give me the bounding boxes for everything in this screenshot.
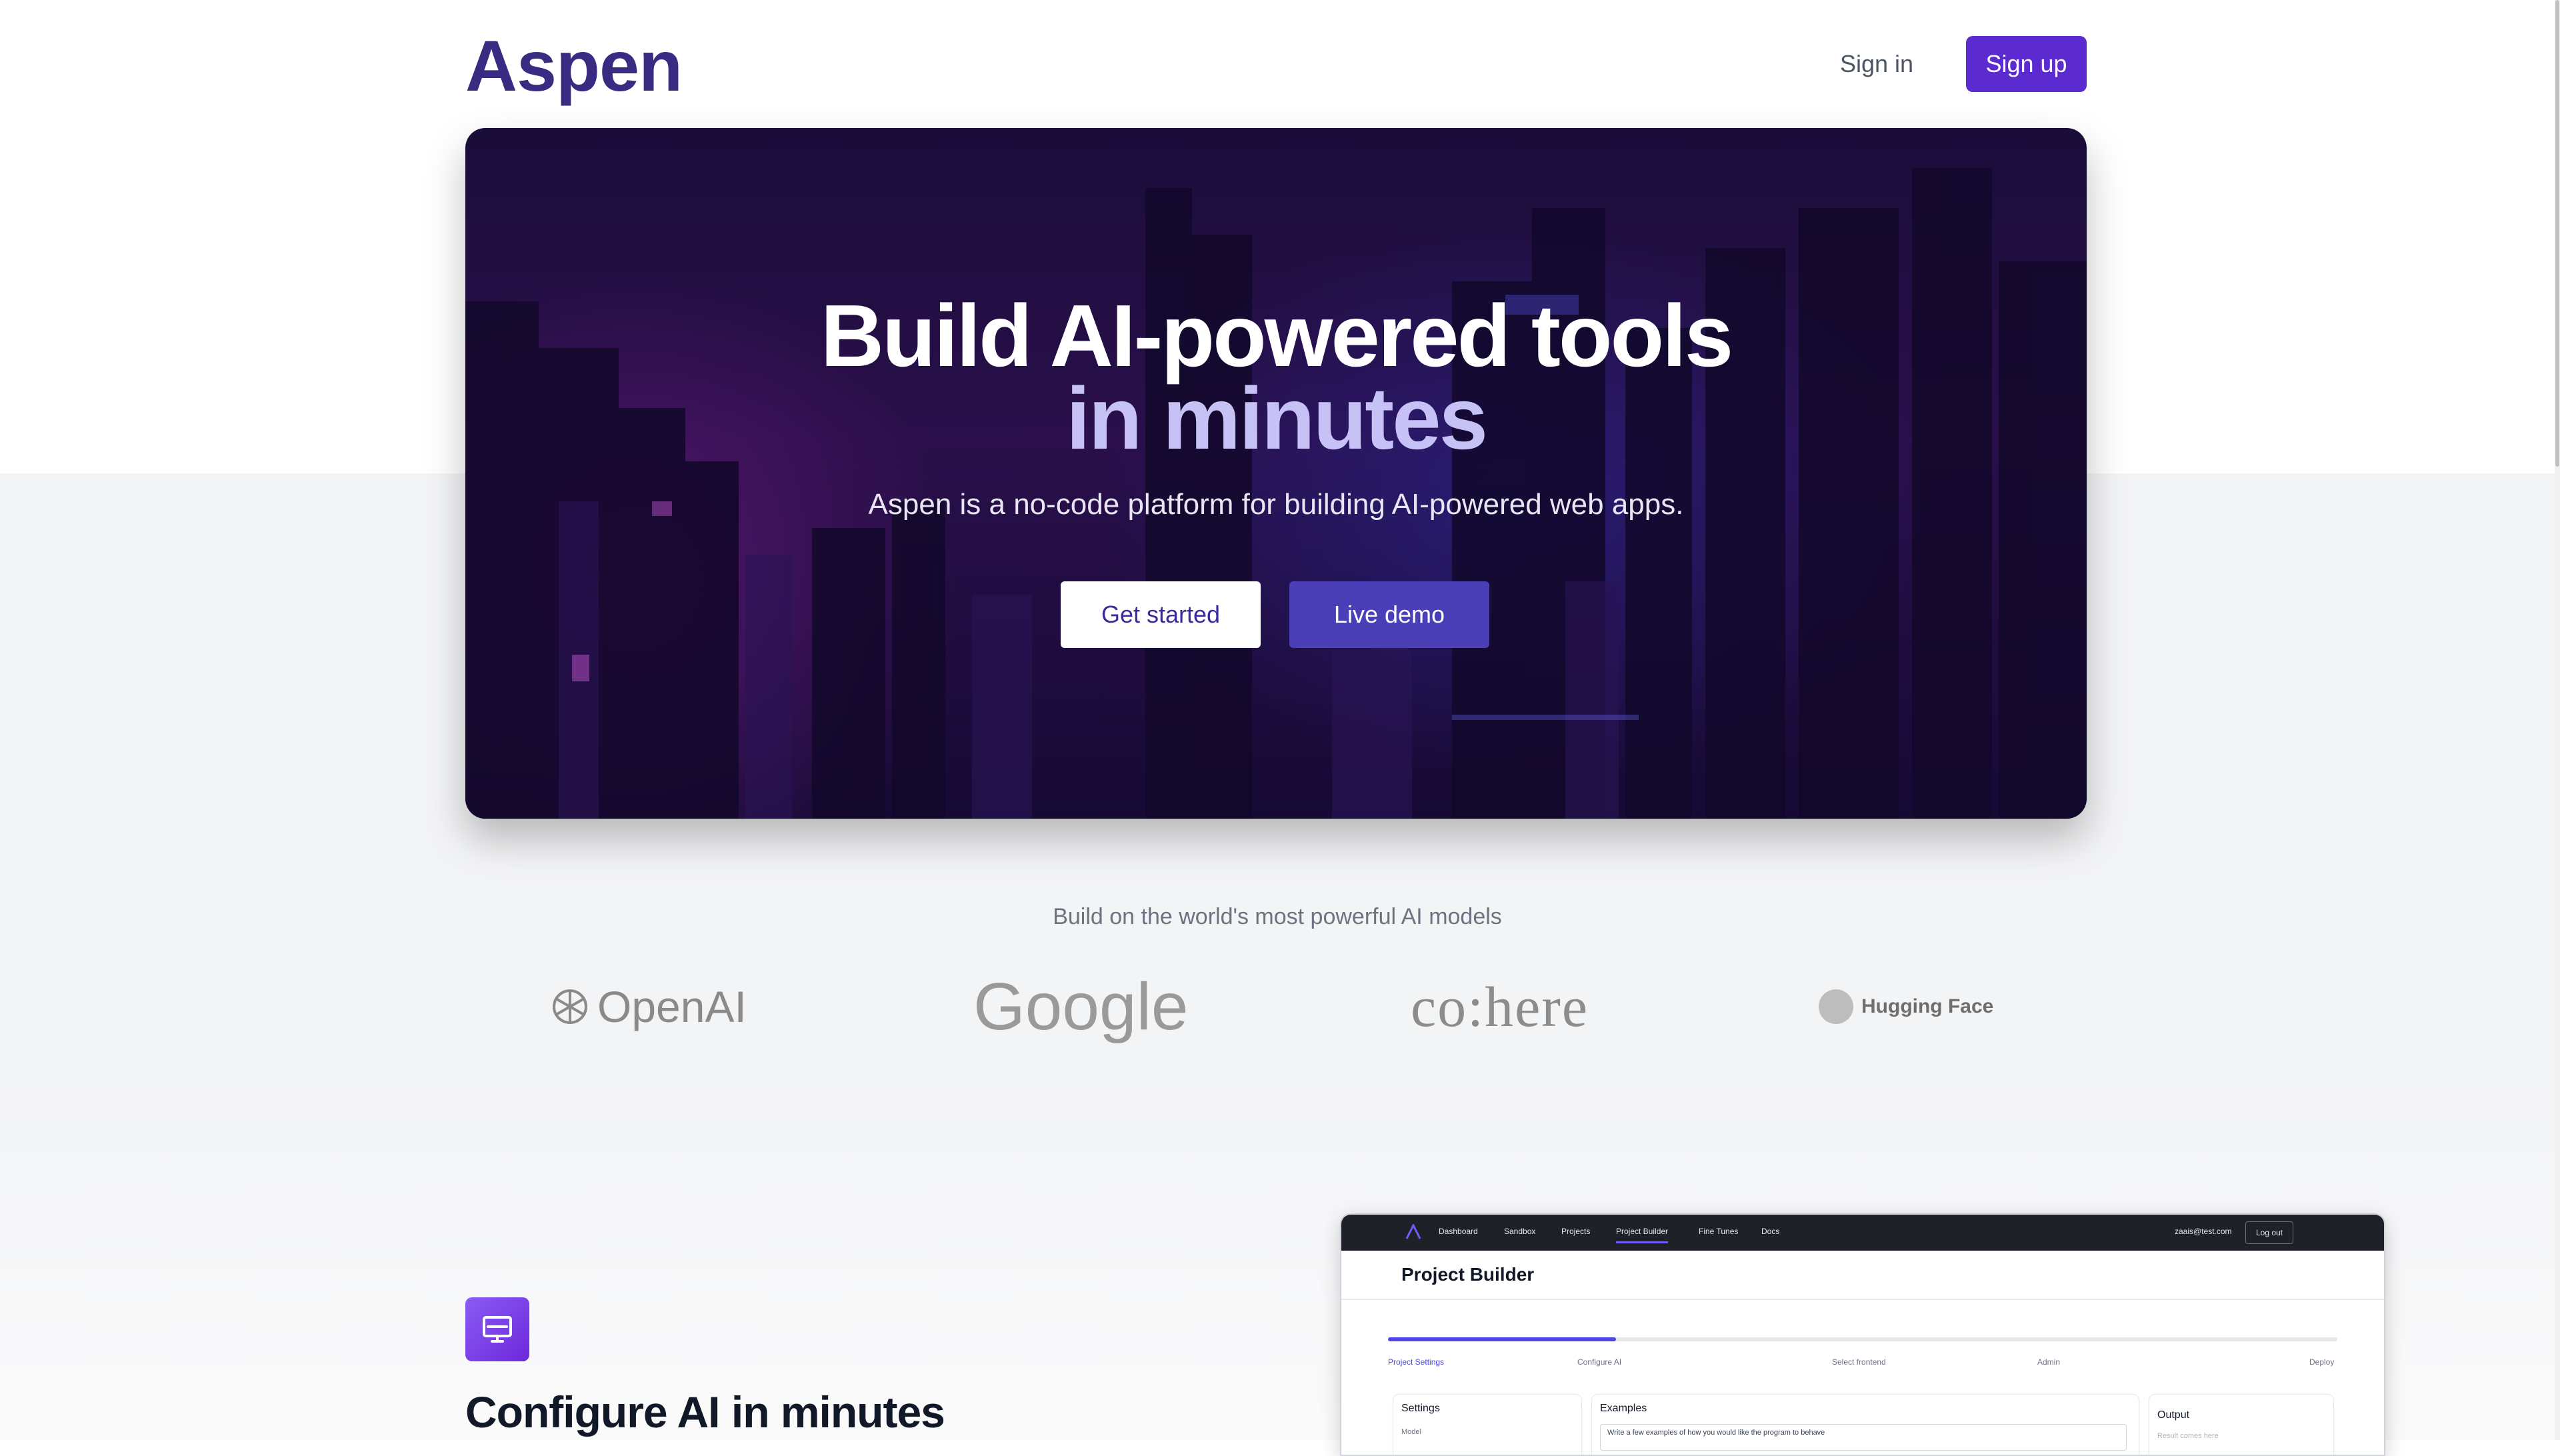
mockup-settings-title: Settings: [1401, 1403, 1440, 1414]
hero-title-line-2: in minutes: [1065, 369, 1488, 467]
mockup-step-deploy[interactable]: Deploy: [2309, 1357, 2334, 1367]
mockup-examples-textarea[interactable]: Write a few examples of how you would li…: [1600, 1424, 2127, 1451]
scrollbar-thumb[interactable]: [2555, 0, 2559, 467]
mockup-step-project-settings[interactable]: Project Settings: [1388, 1357, 1444, 1367]
openai-knot-icon: [553, 989, 587, 1024]
mockup-page-title: Project Builder: [1401, 1264, 1535, 1285]
mockup-nav-dashboard[interactable]: Dashboard: [1439, 1227, 1478, 1236]
google-logo: Google: [973, 969, 1188, 1044]
mockup-user-email: zaais@test.com: [2175, 1227, 2232, 1236]
mockup-examples-card: Examples Write a few examples of how you…: [1592, 1395, 2139, 1455]
openai-wordmark: OpenAI: [597, 982, 747, 1031]
mockup-nav-fine-tunes[interactable]: Fine Tunes: [1699, 1227, 1738, 1236]
aspen-logo[interactable]: Aspen: [465, 24, 683, 107]
openai-logo: OpenAI: [551, 973, 747, 1040]
hugging-face-logo: Hugging Face: [1819, 973, 1993, 1040]
mockup-nav-sandbox[interactable]: Sandbox: [1504, 1227, 1535, 1236]
hugging-face-emoji-icon: [1819, 989, 1853, 1024]
mockup-page-header: Project Builder: [1341, 1251, 2384, 1300]
sign-in-link[interactable]: Sign in: [1840, 44, 1913, 84]
feature-title: Configure AI in minutes: [465, 1387, 945, 1437]
mockup-settings-card: Settings Model: [1393, 1395, 1581, 1455]
hero-title-line-1: Build AI-powered tools: [820, 287, 1733, 385]
models-caption: Build on the world's most powerful AI mo…: [1053, 904, 1502, 929]
mockup-logout-button[interactable]: Log out: [2245, 1221, 2293, 1244]
mockup-nav-project-builder[interactable]: Project Builder: [1616, 1227, 1669, 1243]
mockup-output-placeholder: Result comes here: [2157, 1432, 2219, 1440]
monitor-icon: [465, 1297, 529, 1361]
cohere-logo: co:here: [1411, 973, 1589, 1040]
mockup-output-title: Output: [2157, 1409, 2190, 1421]
mockup-model-label: Model: [1401, 1428, 1421, 1436]
mockup-step-select-frontend[interactable]: Select frontend: [1832, 1357, 1886, 1367]
mockup-step-admin[interactable]: Admin: [2037, 1357, 2060, 1367]
live-demo-button[interactable]: Live demo: [1289, 581, 1489, 648]
mockup-navbar: Dashboard Sandbox Projects Project Build…: [1341, 1215, 2384, 1251]
hero-subtitle: Aspen is a no-code platform for building…: [868, 488, 1684, 521]
mockup-logo-icon: [1405, 1224, 1421, 1239]
hero-title: Build AI-powered tools in minutes: [465, 287, 2087, 467]
mockup-output-card: Output Result comes here: [2149, 1395, 2333, 1455]
app-screenshot: Dashboard Sandbox Projects Project Build…: [1340, 1213, 2385, 1456]
city-skyline-image: [465, 168, 2087, 819]
mockup-step-configure-ai[interactable]: Configure AI: [1577, 1357, 1621, 1367]
mockup-nav-projects[interactable]: Projects: [1561, 1227, 1590, 1236]
cohere-wordmark: co:here: [1411, 975, 1589, 1039]
sign-up-button[interactable]: Sign up: [1966, 36, 2087, 92]
google-wordmark: Google: [973, 969, 1189, 1044]
hugging-face-wordmark: Hugging Face: [1861, 995, 1994, 1017]
mockup-progress-fill: [1388, 1337, 1616, 1341]
mockup-examples-title: Examples: [1600, 1403, 1647, 1414]
hero-banner: Build AI-powered tools in minutes Aspen …: [465, 128, 2087, 819]
mockup-nav-docs[interactable]: Docs: [1761, 1227, 1779, 1236]
get-started-button[interactable]: Get started: [1061, 581, 1261, 648]
